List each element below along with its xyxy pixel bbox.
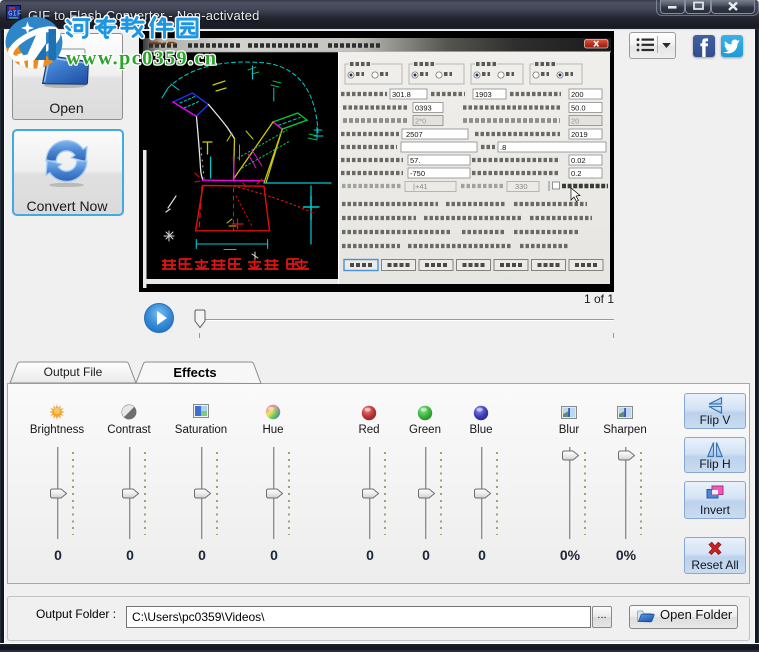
svg-text:50.0: 50.0 bbox=[571, 104, 586, 113]
svg-text:1903: 1903 bbox=[475, 90, 492, 99]
svg-text:-750: -750 bbox=[410, 169, 425, 178]
svg-text:2*0: 2*0 bbox=[415, 117, 426, 126]
svg-text:|+41: |+41 bbox=[413, 182, 428, 191]
svg-text:20: 20 bbox=[571, 117, 579, 126]
svg-text:0.02: 0.02 bbox=[571, 156, 586, 165]
svg-text:2019: 2019 bbox=[571, 130, 588, 139]
svg-text:2507: 2507 bbox=[406, 130, 423, 139]
svg-text:301.8: 301.8 bbox=[392, 90, 411, 99]
svg-text:0.2: 0.2 bbox=[571, 169, 581, 178]
svg-text:0393: 0393 bbox=[415, 104, 432, 113]
svg-text:.8: .8 bbox=[500, 143, 506, 152]
svg-text:200: 200 bbox=[571, 90, 584, 99]
svg-text:330: 330 bbox=[515, 182, 528, 191]
svg-text:57.: 57. bbox=[410, 156, 420, 165]
